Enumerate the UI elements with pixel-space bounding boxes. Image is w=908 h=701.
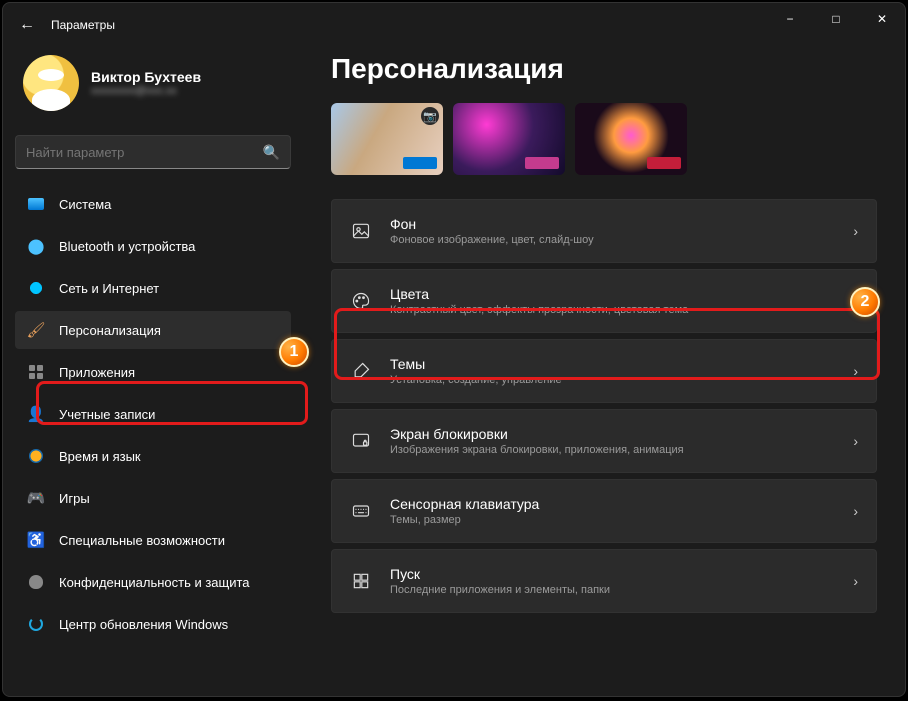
option-start[interactable]: Пуск Последние приложения и элементы, па…: [331, 549, 877, 613]
window-title: Параметры: [51, 18, 115, 32]
theme-preview-light[interactable]: 📷: [331, 103, 443, 175]
search-input[interactable]: [26, 145, 263, 160]
sidebar-item-label: Сеть и Интернет: [59, 281, 159, 296]
profile-email: xxxxxxxx@xxx.xx: [91, 85, 201, 97]
close-button[interactable]: ✕: [859, 3, 905, 35]
maximize-button[interactable]: □: [813, 3, 859, 35]
option-touch-keyboard[interactable]: Сенсорная клавиатура Темы, размер ›: [331, 479, 877, 543]
option-title: Экран блокировки: [390, 426, 835, 442]
option-colors[interactable]: Цвета Контрастный цвет, эффекты прозрачн…: [331, 269, 877, 333]
option-desc: Фоновое изображение, цвет, слайд-шоу: [390, 234, 835, 246]
sidebar-item-label: Система: [59, 197, 111, 212]
sidebar-item-label: Учетные записи: [59, 407, 155, 422]
option-title: Фон: [390, 216, 835, 232]
theme-preview-flower[interactable]: [575, 103, 687, 175]
chevron-right-icon: ›: [853, 433, 858, 449]
person-icon: 👤: [27, 405, 45, 423]
theme-preview-purple[interactable]: [453, 103, 565, 175]
sidebar-item-label: Центр обновления Windows: [59, 617, 228, 632]
back-button[interactable]: ←: [11, 9, 43, 41]
titlebar: ← Параметры − □ ✕: [3, 3, 905, 47]
accent-tile: [525, 157, 559, 169]
sidebar-item-label: Bluetooth и устройства: [59, 239, 195, 254]
option-title: Пуск: [390, 566, 835, 582]
shield-icon: [27, 573, 45, 591]
option-desc: Контрастный цвет, эффекты прозрачности, …: [390, 304, 835, 316]
sidebar-item-apps[interactable]: Приложения: [15, 353, 291, 391]
window-controls: − □ ✕: [767, 3, 905, 35]
lockscreen-icon: [350, 430, 372, 452]
palette-icon: [350, 290, 372, 312]
sidebar-item-label: Персонализация: [59, 323, 161, 338]
keyboard-icon: [350, 500, 372, 522]
chevron-right-icon: ›: [853, 223, 858, 239]
chevron-right-icon: ›: [853, 363, 858, 379]
sidebar-item-system[interactable]: Система: [15, 185, 291, 223]
page-title: Персонализация: [331, 53, 877, 85]
main-content: Персонализация 📷 Фон Фоновое изображение…: [303, 47, 905, 696]
option-title: Сенсорная клавиатура: [390, 496, 835, 512]
profile-name: Виктор Бухтеев: [91, 69, 201, 85]
sidebar-item-label: Приложения: [59, 365, 135, 380]
sidebar-item-personalization[interactable]: 🖌 Персонализация: [15, 311, 291, 349]
option-desc: Установка, создание, управление: [390, 374, 835, 386]
system-icon: [27, 195, 45, 213]
bluetooth-icon: ⬤: [27, 237, 45, 255]
option-desc: Изображения экрана блокировки, приложени…: [390, 444, 835, 456]
chevron-right-icon: ›: [853, 503, 858, 519]
search-icon: 🔍: [263, 144, 280, 161]
sidebar-item-label: Специальные возможности: [59, 533, 225, 548]
chevron-right-icon: ›: [853, 573, 858, 589]
option-title: Цвета: [390, 286, 835, 302]
accent-tile: [403, 157, 437, 169]
sidebar-item-label: Игры: [59, 491, 90, 506]
option-background[interactable]: Фон Фоновое изображение, цвет, слайд-шоу…: [331, 199, 877, 263]
accent-tile: [647, 157, 681, 169]
minimize-button[interactable]: −: [767, 3, 813, 35]
option-title: Темы: [390, 356, 835, 372]
avatar: [23, 55, 79, 111]
sidebar-item-label: Конфиденциальность и защита: [59, 575, 250, 590]
sidebar-item-accessibility[interactable]: ♿ Специальные возможности: [15, 521, 291, 559]
sidebar-item-gaming[interactable]: 🎮 Игры: [15, 479, 291, 517]
theme-previews: 📷: [331, 103, 877, 175]
option-lockscreen[interactable]: Экран блокировки Изображения экрана блок…: [331, 409, 877, 473]
apps-icon: [27, 363, 45, 381]
themes-icon: [350, 360, 372, 382]
update-icon: [27, 615, 45, 633]
start-icon: [350, 570, 372, 592]
profile[interactable]: Виктор Бухтеев xxxxxxxx@xxx.xx: [15, 47, 291, 127]
sidebar-item-network[interactable]: Сеть и Интернет: [15, 269, 291, 307]
sidebar-item-privacy[interactable]: Конфиденциальность и защита: [15, 563, 291, 601]
sidebar-item-time-language[interactable]: Время и язык: [15, 437, 291, 475]
chevron-right-icon: ›: [853, 293, 858, 309]
network-icon: [27, 279, 45, 297]
search-box[interactable]: 🔍: [15, 135, 291, 169]
sidebar-item-label: Время и язык: [59, 449, 141, 464]
sidebar-item-windows-update[interactable]: Центр обновления Windows: [15, 605, 291, 643]
settings-window: ← Параметры − □ ✕ Виктор Бухтеев xxxxxxx…: [2, 2, 906, 697]
option-desc: Последние приложения и элементы, папки: [390, 584, 835, 596]
image-icon: [350, 220, 372, 242]
option-desc: Темы, размер: [390, 514, 835, 526]
gamepad-icon: 🎮: [27, 489, 45, 507]
camera-icon: 📷: [421, 107, 439, 125]
globe-icon: [27, 447, 45, 465]
sidebar-item-bluetooth[interactable]: ⬤ Bluetooth и устройства: [15, 227, 291, 265]
sidebar-item-accounts[interactable]: 👤 Учетные записи: [15, 395, 291, 433]
brush-icon: 🖌: [27, 321, 45, 339]
option-themes[interactable]: Темы Установка, создание, управление ›: [331, 339, 877, 403]
sidebar: Виктор Бухтеев xxxxxxxx@xxx.xx 🔍 Система…: [3, 47, 303, 696]
accessibility-icon: ♿: [27, 531, 45, 549]
